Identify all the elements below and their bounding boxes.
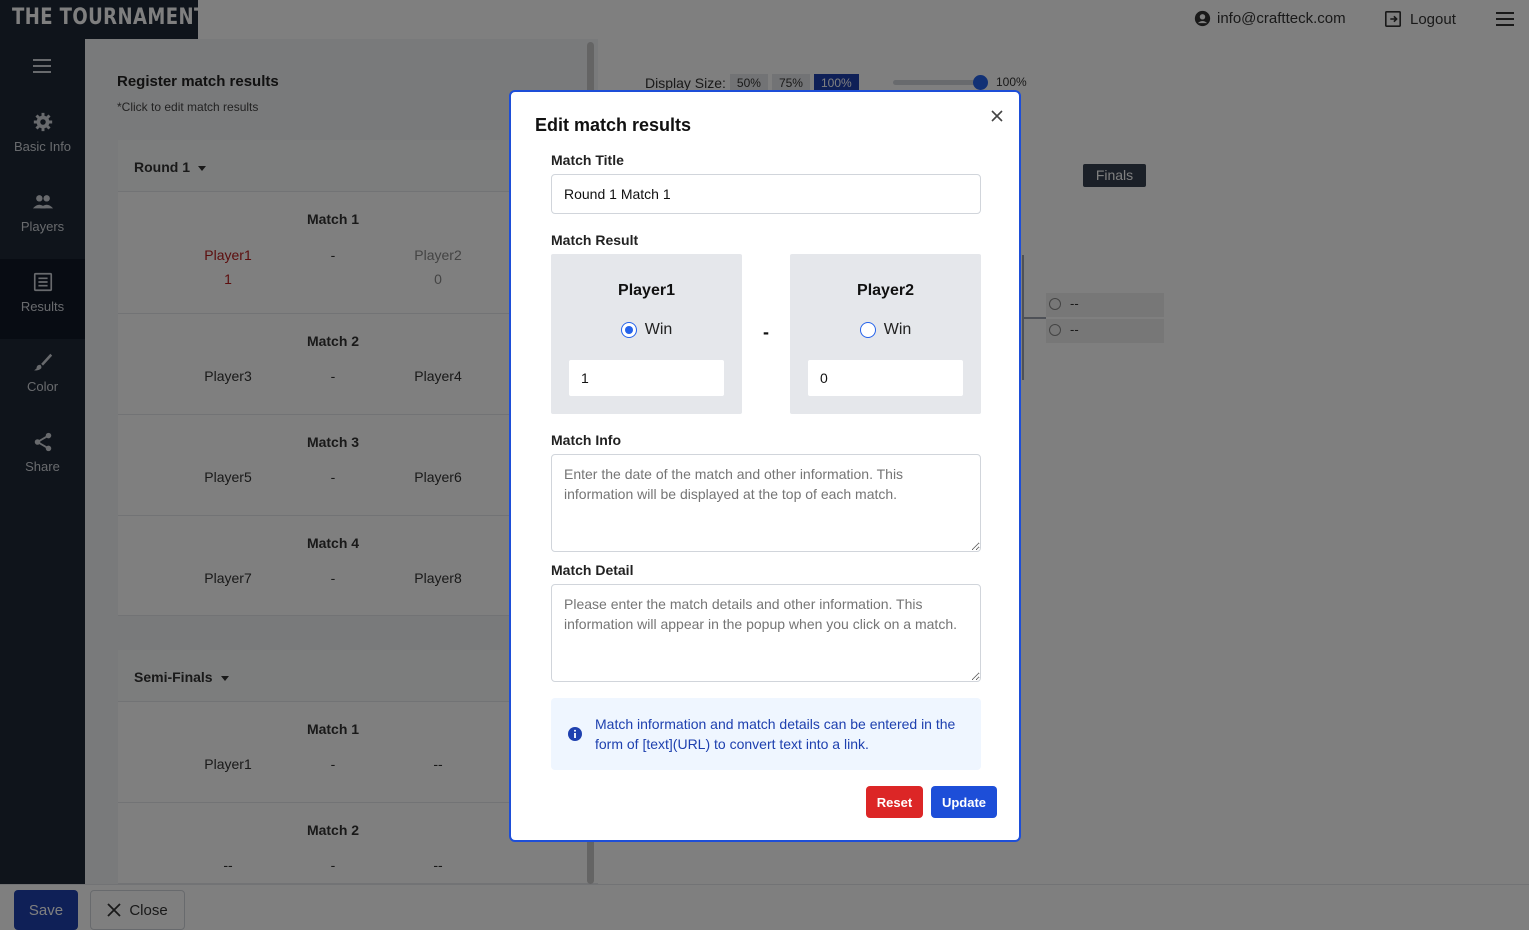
player1-win-radio[interactable]: Win [551,321,742,339]
player2-name: Player2 [857,282,914,299]
match-info-textarea[interactable] [551,454,981,552]
match-title-input[interactable] [551,174,981,214]
match-result-label: Match Result [551,232,639,248]
info-icon [568,727,582,741]
edit-match-modal: Edit match results Match Title Match Res… [509,90,1021,842]
player2-score-input[interactable] [807,359,964,397]
win-label: Win [883,321,912,338]
player1-score-input[interactable] [568,359,725,397]
info-text: Match information and match details can … [595,716,956,752]
player2-win-radio[interactable]: Win [790,321,981,339]
player1-result-box: Player1 Win [551,254,742,414]
modal-title: Edit match results [535,115,692,135]
radio-checked-icon[interactable] [620,322,637,338]
info-alert: Match information and match details can … [551,698,981,770]
match-detail-textarea[interactable] [551,584,981,682]
close-icon[interactable] [989,108,1005,124]
radio-unchecked-icon[interactable] [859,322,876,338]
match-title-label: Match Title [551,152,624,168]
player1-name: Player1 [618,282,675,299]
match-info-label: Match Info [551,432,621,448]
match-detail-label: Match Detail [551,562,634,578]
update-button[interactable]: Update [931,786,997,818]
reset-button[interactable]: Reset [866,786,923,818]
win-label: Win [644,321,673,338]
player2-result-box: Player2 Win [790,254,981,414]
result-separator: - [763,322,769,342]
